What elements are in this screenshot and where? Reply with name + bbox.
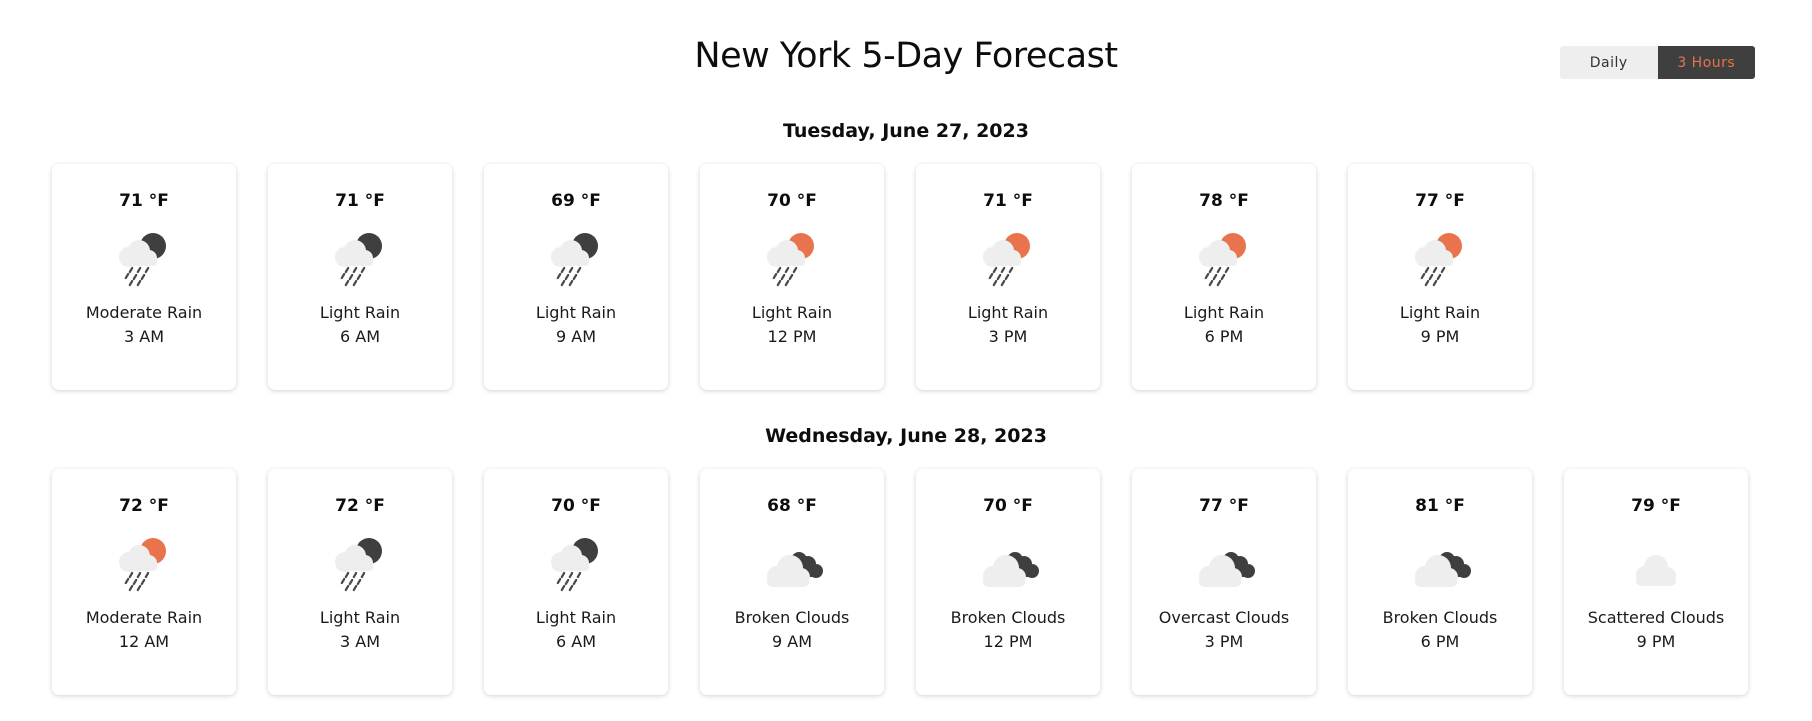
forecast-description: Light Rain xyxy=(319,303,401,322)
forecast-time: 6 AM xyxy=(339,327,380,346)
forecast-temperature: 72 °F xyxy=(119,496,169,516)
broken-clouds-icon xyxy=(1189,532,1259,592)
rain-night-icon xyxy=(541,532,611,592)
forecast-description: Light Rain xyxy=(1399,303,1481,322)
forecast-card: 79 °F Scattered Clouds 9 PM xyxy=(1564,469,1748,695)
forecast-card: 71 °F Light Rain 6 AM xyxy=(268,164,452,390)
forecast-temperature: 77 °F xyxy=(1415,191,1465,211)
forecast-card: 68 °F Broken Clouds 9 AM xyxy=(700,469,884,695)
forecast-temperature: 79 °F xyxy=(1631,496,1681,516)
forecast-time: 9 PM xyxy=(1636,632,1676,651)
forecast-temperature: 71 °F xyxy=(335,191,385,211)
forecast-time: 3 PM xyxy=(988,327,1028,346)
forecast-temperature: 72 °F xyxy=(335,496,385,516)
forecast-description: Broken Clouds xyxy=(950,608,1066,627)
forecast-description: Light Rain xyxy=(1183,303,1265,322)
forecast-card: 77 °F Overcast Clouds 3 PM xyxy=(1132,469,1316,695)
day-heading-wednesday: Wednesday, June 28, 2023 xyxy=(765,425,1047,447)
forecast-time: 9 AM xyxy=(555,327,596,346)
forecast-description: Light Rain xyxy=(751,303,833,322)
rain-night-icon xyxy=(109,227,179,287)
forecast-row-tuesday: 71 °F Moderate Rain 3 AM 71 °F Light Rain 6 A… xyxy=(52,164,1532,390)
forecast-temperature: 71 °F xyxy=(119,191,169,211)
forecast-temperature: 77 °F xyxy=(1199,496,1249,516)
forecast-time: 12 PM xyxy=(767,327,817,346)
forecast-time: 12 PM xyxy=(983,632,1033,651)
forecast-card: 70 °F Light Rain 6 AM xyxy=(484,469,668,695)
forecast-temperature: 68 °F xyxy=(767,496,817,516)
daily-button[interactable]: Daily xyxy=(1560,46,1658,79)
forecast-description: Light Rain xyxy=(319,608,401,627)
rain-day-icon xyxy=(109,532,179,592)
broken-clouds-icon xyxy=(1405,532,1475,592)
page-title: New York 5-Day Forecast xyxy=(694,36,1118,76)
scattered-clouds-icon xyxy=(1621,532,1691,592)
rain-day-icon xyxy=(1189,227,1259,287)
rain-night-icon xyxy=(325,532,395,592)
forecast-card: 69 °F Light Rain 9 AM xyxy=(484,164,668,390)
rain-day-icon xyxy=(973,227,1043,287)
forecast-time: 6 PM xyxy=(1204,327,1244,346)
forecast-description: Light Rain xyxy=(535,608,617,627)
forecast-description: Scattered Clouds xyxy=(1587,608,1725,627)
rain-night-icon xyxy=(541,227,611,287)
forecast-card: 72 °F Moderate Rain 12 AM xyxy=(52,469,236,695)
forecast-time: 12 AM xyxy=(118,632,170,651)
forecast-time: 9 AM xyxy=(771,632,812,651)
forecast-time: 6 AM xyxy=(555,632,596,651)
forecast-description: Moderate Rain xyxy=(85,608,203,627)
forecast-card: 78 °F Light Rain 6 PM xyxy=(1132,164,1316,390)
broken-clouds-icon xyxy=(757,532,827,592)
forecast-temperature: 70 °F xyxy=(551,496,601,516)
forecast-card: 70 °F Light Rain 12 PM xyxy=(700,164,884,390)
forecast-card: 71 °F Moderate Rain 3 AM xyxy=(52,164,236,390)
rain-night-icon xyxy=(325,227,395,287)
forecast-card: 71 °F Light Rain 3 PM xyxy=(916,164,1100,390)
forecast-description: Broken Clouds xyxy=(1382,608,1498,627)
forecast-temperature: 70 °F xyxy=(767,191,817,211)
rain-day-icon xyxy=(1405,227,1475,287)
forecast-temperature: 69 °F xyxy=(551,191,601,211)
forecast-description: Light Rain xyxy=(967,303,1049,322)
day-heading-tuesday: Tuesday, June 27, 2023 xyxy=(783,120,1029,142)
forecast-temperature: 70 °F xyxy=(983,496,1033,516)
forecast-card: 70 °F Broken Clouds 12 PM xyxy=(916,469,1100,695)
forecast-description: Light Rain xyxy=(535,303,617,322)
forecast-temperature: 81 °F xyxy=(1415,496,1465,516)
broken-clouds-icon xyxy=(973,532,1043,592)
forecast-temperature: 71 °F xyxy=(983,191,1033,211)
rain-day-icon xyxy=(757,227,827,287)
forecast-row-wednesday: 72 °F Moderate Rain 12 AM 72 °F Light Rain 3 … xyxy=(52,469,1748,695)
forecast-time: 3 AM xyxy=(339,632,380,651)
forecast-page: New York 5-Day Forecast Daily 3 Hours Tu… xyxy=(0,0,1812,721)
forecast-time: 3 PM xyxy=(1204,632,1244,651)
forecast-time: 9 PM xyxy=(1420,327,1460,346)
forecast-description: Moderate Rain xyxy=(85,303,203,322)
forecast-time: 6 PM xyxy=(1420,632,1460,651)
forecast-time: 3 AM xyxy=(123,327,164,346)
forecast-temperature: 78 °F xyxy=(1199,191,1249,211)
forecast-card: 77 °F Light Rain 9 PM xyxy=(1348,164,1532,390)
forecast-card: 72 °F Light Rain 3 AM xyxy=(268,469,452,695)
forecast-description: Broken Clouds xyxy=(734,608,850,627)
three-hours-button[interactable]: 3 Hours xyxy=(1657,46,1755,79)
view-toggle: Daily 3 Hours xyxy=(1560,46,1755,79)
forecast-description: Overcast Clouds xyxy=(1158,608,1290,627)
forecast-card: 81 °F Broken Clouds 6 PM xyxy=(1348,469,1532,695)
